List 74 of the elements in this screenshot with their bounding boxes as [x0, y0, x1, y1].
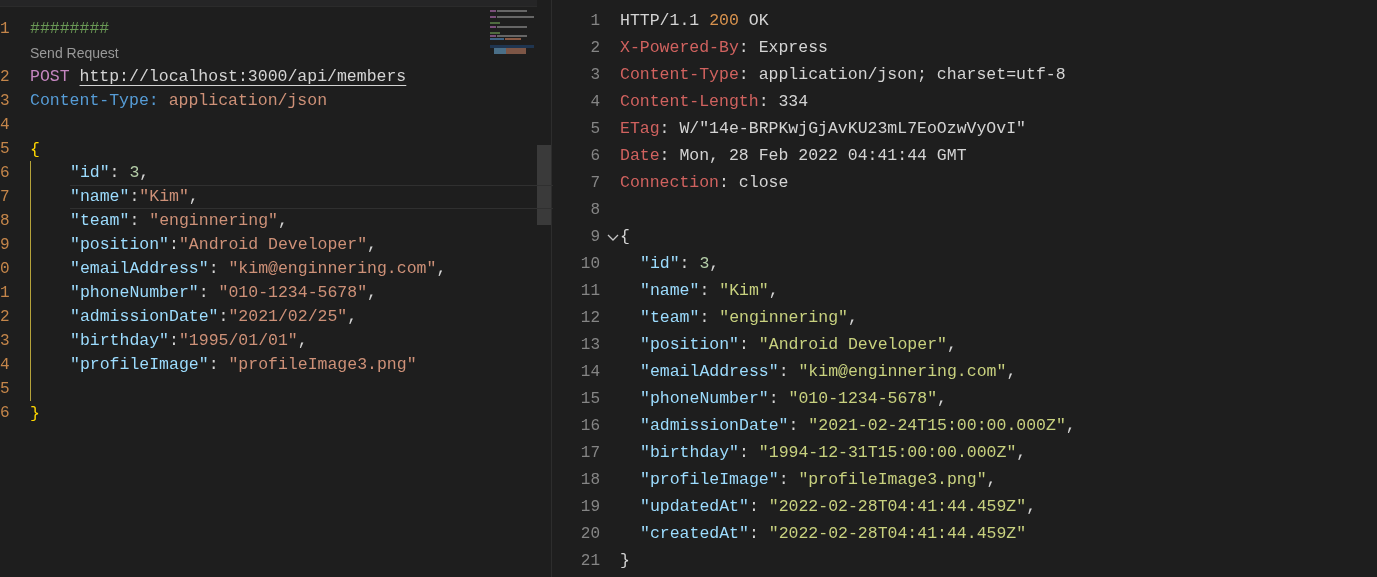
code-line: Connection: close: [620, 171, 789, 194]
line-number: 3: [0, 92, 11, 110]
line-number: 8: [0, 212, 11, 230]
line-number: 5: [0, 140, 11, 158]
code-line: ########: [30, 18, 110, 40]
line-number: 9: [0, 236, 11, 254]
code-line: }: [620, 549, 630, 572]
code-line: POST http://localhost:3000/api/members: [30, 66, 407, 88]
code-line: "id": 3,: [70, 162, 150, 184]
line-number: 19: [579, 497, 600, 516]
line-number: 20: [579, 524, 600, 543]
code-line: "name": "Kim",: [640, 280, 779, 300]
code-line: "createdAt": "2022-02-28T04:41:44.459Z": [640, 523, 1027, 543]
line-number: 21: [579, 551, 600, 570]
line-number: 9: [589, 227, 600, 246]
line-number: 2: [589, 38, 600, 57]
send-request-link[interactable]: Send Request: [30, 45, 119, 61]
code-line: {: [30, 139, 40, 159]
code-line: {: [620, 225, 630, 248]
line-number: 8: [589, 200, 600, 219]
code-line: "position":"Android Developer",: [70, 234, 377, 256]
line-number: 12: [579, 308, 600, 327]
code-line: "position": "Android Developer",: [640, 334, 957, 354]
code-line: Content-Type: application/json; charset=utf-8: [620, 63, 1066, 86]
line-number: 2: [0, 68, 11, 86]
line-number: 7: [589, 173, 600, 192]
code-line: "birthday": "1994-12-31T15:00:00.000Z",: [640, 442, 1027, 462]
line-number: 15: [579, 389, 600, 408]
line-number: 6: [589, 146, 600, 165]
line-number: 0: [0, 260, 11, 278]
line-number: 5: [0, 380, 11, 398]
code-line: "team": "enginnering",: [640, 307, 858, 327]
line-number: 11: [579, 281, 600, 300]
code-line: Content-Length: 334: [620, 90, 809, 113]
code-line: "phoneNumber": "010-1234-5678",: [70, 282, 377, 304]
code-line: "birthday":"1995/01/01",: [70, 330, 308, 352]
code-line: "id": 3,: [640, 253, 720, 273]
line-number: 5: [589, 119, 600, 138]
line-number: 1: [0, 284, 11, 302]
code-line: "admissionDate":"2021/02/25",: [70, 306, 358, 328]
code-line: X-Powered-By: Express: [620, 36, 828, 59]
code-line: "emailAddress": "kim@enginnering.com",: [70, 258, 447, 280]
code-line: "profileImage": "profileImage3.png",: [640, 469, 997, 489]
line-number: 14: [579, 362, 600, 381]
minimap-drawing[interactable]: [490, 10, 534, 54]
line-number: 10: [579, 254, 600, 273]
code-line: "profileImage": "profileImage3.png": [70, 354, 417, 376]
code-line: "updatedAt": "2022-02-28T04:41:44.459Z",: [640, 496, 1037, 516]
code-line: Date: Mon, 28 Feb 2022 04:41:44 GMT: [620, 144, 967, 167]
line-number: 6: [0, 404, 11, 422]
code-line: Content-Type: application/json: [30, 90, 328, 112]
line-number: 2: [0, 308, 11, 326]
code-line: HTTP/1.1 200 OK: [620, 9, 769, 32]
line-number: 17: [579, 443, 600, 462]
line-number: 18: [579, 470, 600, 489]
line-number: 4: [589, 92, 600, 111]
code-line: "team": "enginnering",: [70, 210, 288, 232]
line-number: 3: [589, 65, 600, 84]
line-number: 1: [589, 11, 600, 30]
line-number: 6: [0, 164, 11, 182]
scrollbar-thumb[interactable]: [537, 145, 551, 225]
code-line: "phoneNumber": "010-1234-5678",: [640, 388, 947, 408]
code-line: "admissionDate": "2021-02-24T15:00:00.000Z",: [640, 415, 1076, 435]
line-number: 4: [0, 116, 11, 134]
code-line: "emailAddress": "kim@enginnering.com",: [640, 361, 1017, 381]
code-line: }: [30, 403, 40, 423]
line-number: 3: [0, 332, 11, 350]
line-number: 7: [0, 188, 11, 206]
line-number: 4: [0, 356, 11, 374]
line-number: 1: [0, 20, 11, 38]
code-line: ETag: W/"14e-BRPKwjGjAvKU23mL7EoOzwVyOvI": [620, 117, 1026, 140]
code-line: "name":"Kim",: [70, 186, 199, 208]
line-number: 16: [579, 416, 600, 435]
line-number: 13: [579, 335, 600, 354]
